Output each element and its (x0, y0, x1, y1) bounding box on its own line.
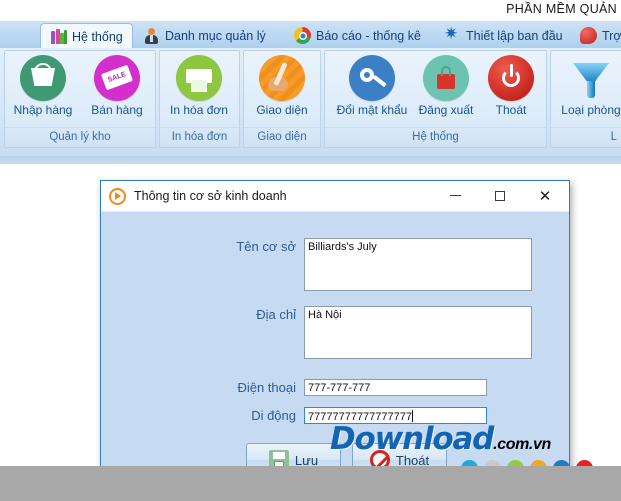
ribbon-tab-strip: Hệ thống Danh mục quản lý Báo cáo - thốn… (0, 21, 621, 49)
paint-palette-icon (259, 55, 305, 101)
ribbon-button-label: Loại phòng (561, 103, 621, 117)
ribbon-button-ban-hang[interactable]: Bán hàng (81, 55, 153, 117)
ribbon-button-label: Bán hàng (91, 103, 143, 117)
sale-tag-icon (94, 55, 140, 101)
ribbon-group-he-thong: Đổi mật khẩu Đăng xuất Thoát Hệ thống (324, 50, 547, 148)
ribbon-button-giao-dien[interactable]: Giao diện (246, 55, 318, 117)
ribbon-button-nhap-hang[interactable]: Nhập hàng (7, 55, 79, 117)
lock-icon (423, 55, 469, 101)
field-label-ten-co-so: Tên cơ sở (236, 239, 296, 254)
app-title: PHẦN MỀM QUẢN (506, 2, 617, 16)
printer-icon (176, 55, 222, 101)
field-row-ten-co-so: Tên cơ sở Billiards's July (101, 238, 532, 291)
tab-thiet-lap-ban-dau[interactable]: Thiết lập ban đầu (435, 23, 572, 48)
dialog-titlebar[interactable]: Thông tin cơ sở kinh doanh ✕ (101, 181, 569, 212)
ribbon-group-label: Giao diện (244, 127, 320, 147)
ribbon-group-giao-dien: Giao diện Giao diện (243, 50, 321, 148)
ribbon-group-in-hoa-don: In hóa đơn In hóa đơn (159, 50, 240, 148)
desktop-background (0, 466, 621, 501)
tab-bao-cao-thong-ke[interactable]: Báo cáo - thống kê (285, 23, 430, 48)
maximize-icon[interactable] (478, 181, 522, 210)
ribbon-button-dang-xuat[interactable]: Đăng xuất (411, 55, 481, 117)
ribbon-group-label: Hệ thống (325, 127, 546, 147)
globe-icon (294, 27, 311, 44)
business-info-dialog: Thông tin cơ sở kinh doanh ✕ Tên cơ sở B… (100, 180, 570, 477)
ribbon-divider (0, 156, 621, 164)
ribbon-button-loai-phong[interactable]: Loại phòng (555, 55, 621, 117)
tab-label: Báo cáo - thống kê (316, 28, 421, 43)
ribbon-group-label: In hóa đơn (160, 127, 239, 147)
ribbon-button-in-hoa-don[interactable]: In hóa đơn (163, 55, 235, 117)
ribbon-button-thoat[interactable]: Thoát (481, 55, 541, 117)
close-icon[interactable]: ✕ (523, 181, 567, 210)
ribbon-button-label: Đăng xuất (418, 103, 474, 117)
field-row-dia-chi: Địa chỉ Hà Nội (101, 306, 532, 359)
input-dien-thoai[interactable]: 777-777-777 (304, 379, 487, 396)
tab-label: Hệ thống (72, 29, 123, 44)
help-icon (580, 27, 597, 44)
tab-label: Danh mục quản lý (165, 28, 266, 43)
field-label-dia-chi: Địa chỉ (256, 307, 296, 322)
ribbon-button-doi-mat-khau[interactable]: Đổi mật khẩu (333, 55, 411, 117)
tab-he-thong[interactable]: Hệ thống (40, 23, 133, 49)
dialog-form: Tên cơ sở Billiards's July Địa chỉ Hà Nộ… (101, 212, 569, 477)
ribbon-button-label: Thoát (495, 103, 527, 117)
ribbon-group-label: Quản lý kho (5, 127, 155, 147)
input-ten-co-so[interactable]: Billiards's July (304, 238, 532, 291)
field-row-di-dong: Di động 77777777777777777 (101, 407, 487, 424)
gear-icon (444, 24, 461, 44)
input-di-dong[interactable]: 77777777777777777 (304, 407, 487, 424)
minimize-icon[interactable] (433, 181, 477, 210)
input-di-dong-value: 77777777777777777 (308, 411, 413, 423)
orange-circle-play-icon (109, 187, 126, 205)
ribbon-group-quan-ly-kho: Nhập hàng Bán hàng Quản lý kho (4, 50, 156, 148)
key-icon (349, 55, 395, 101)
ribbon-button-label: Đổi mật khẩu (336, 103, 408, 117)
dialog-title: Thông tin cơ sở kinh doanh (134, 189, 287, 203)
field-label-dien-thoai: Điện thoại (237, 380, 296, 395)
funnel-icon (568, 55, 614, 101)
ribbon-button-label: In hóa đơn (170, 103, 228, 117)
app-header-bar: PHẦN MỀM QUẢN (0, 0, 621, 22)
basket-icon (20, 55, 66, 101)
ribbon-group-loai-phong: Loại phòng L (550, 50, 621, 148)
ribbon-button-label: Nhập hàng (13, 103, 73, 117)
field-row-dien-thoai: Điện thoại 777-777-777 (101, 379, 487, 396)
person-icon (143, 27, 160, 44)
ribbon-button-label: Giao diện (256, 103, 308, 117)
text-caret (412, 410, 414, 422)
input-dia-chi[interactable]: Hà Nội (304, 306, 532, 359)
books-icon (50, 28, 67, 45)
ribbon-toolbar: Nhập hàng Bán hàng Quản lý kho In hóa đơ… (0, 48, 621, 158)
tab-label: Trợ g (602, 28, 621, 43)
field-label-di-dong: Di động (251, 408, 296, 423)
tab-tro-giup[interactable]: Trợ g (571, 23, 621, 48)
ribbon-group-label: L (551, 127, 621, 147)
tab-label: Thiết lập ban đầu (466, 28, 563, 43)
tab-danh-muc-quan-ly[interactable]: Danh mục quản lý (134, 23, 275, 48)
power-icon (488, 55, 534, 101)
